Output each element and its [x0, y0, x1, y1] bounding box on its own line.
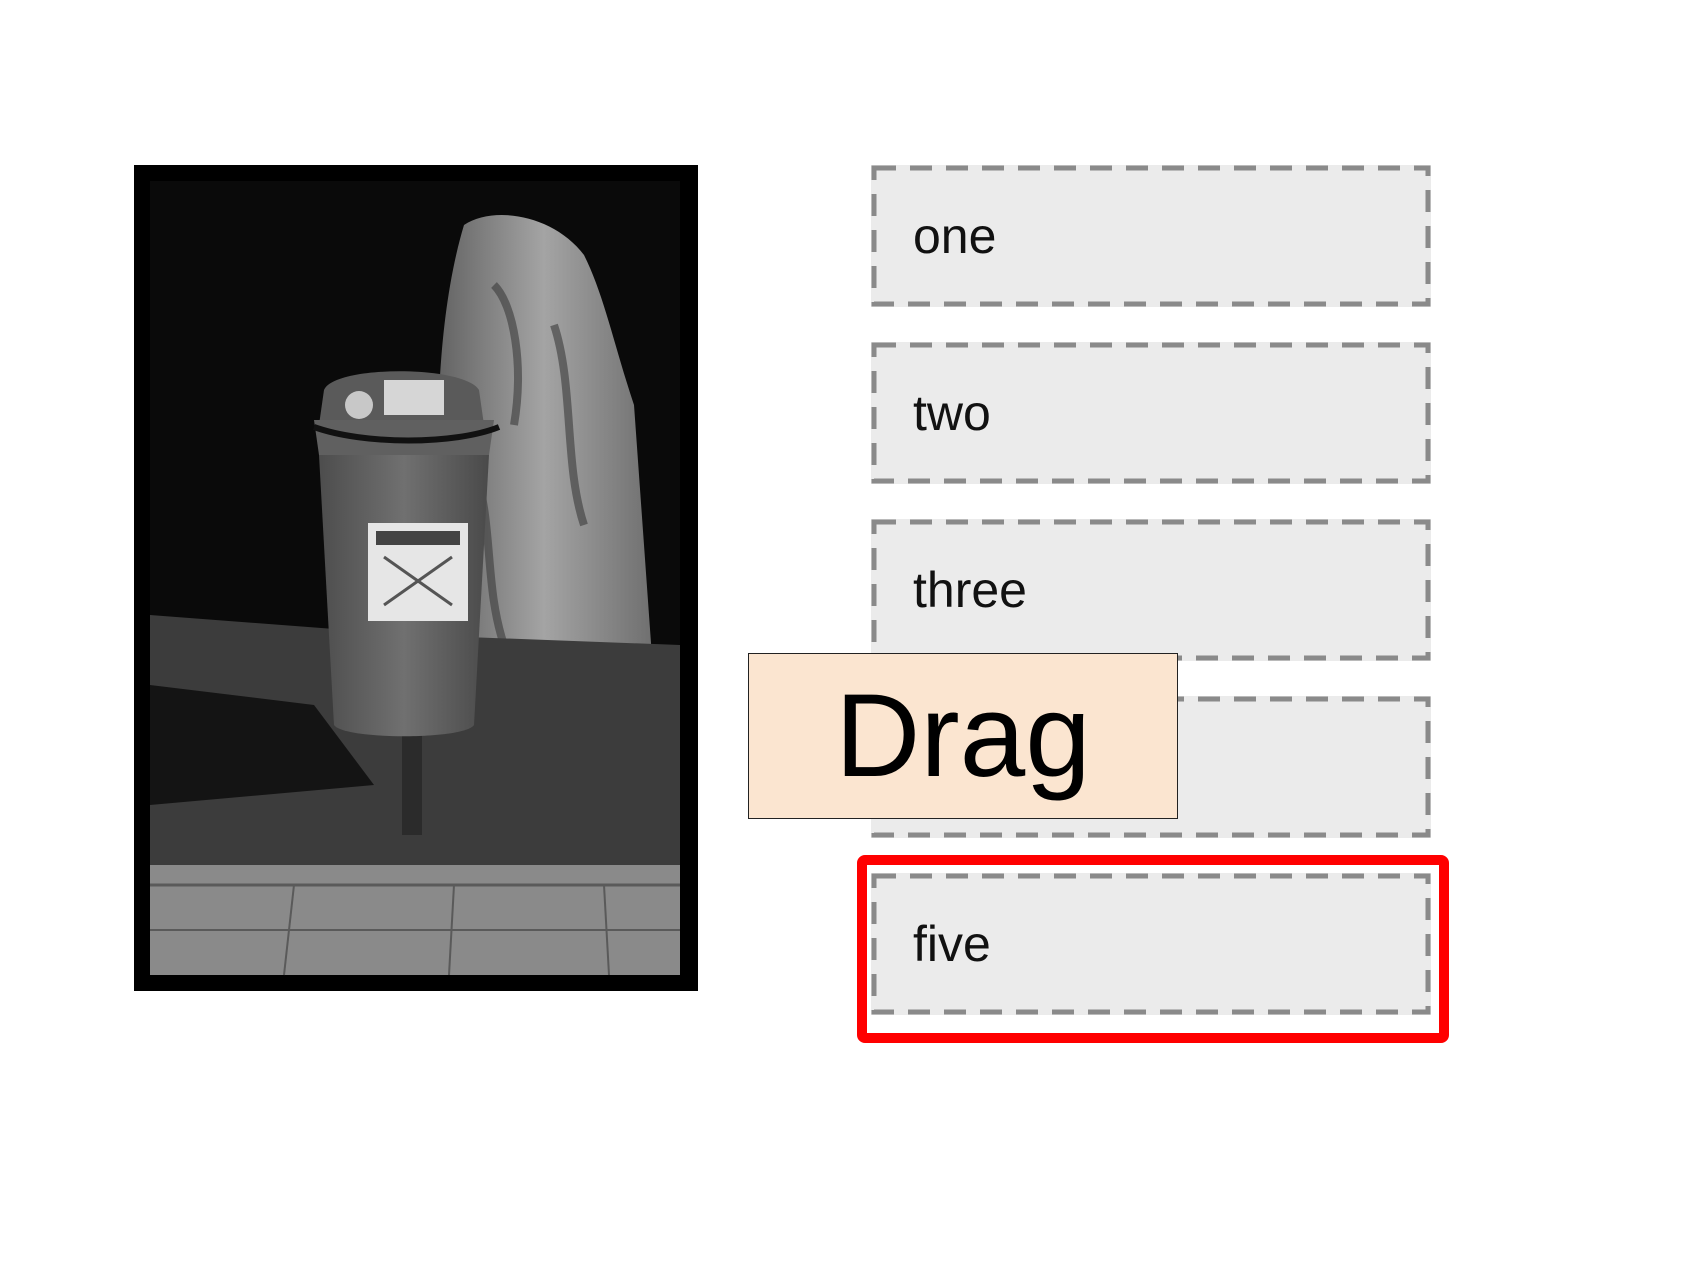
litter-bin-photo	[134, 165, 698, 991]
dropzone-label: two	[913, 385, 991, 441]
dropzone-label: three	[913, 562, 1027, 618]
dropzone-label: five	[913, 916, 991, 972]
dropzone-one[interactable]: one	[871, 165, 1431, 307]
photo-image	[134, 165, 698, 991]
dropzone-label: one	[913, 208, 997, 264]
dropzone-five[interactable]: five	[871, 873, 1431, 1015]
drag-drop-stage: one two three five Drag	[0, 0, 1687, 1265]
dropzone-three[interactable]: three	[871, 519, 1431, 661]
dropzone-two[interactable]: two	[871, 342, 1431, 484]
drag-item[interactable]: Drag	[748, 653, 1178, 819]
